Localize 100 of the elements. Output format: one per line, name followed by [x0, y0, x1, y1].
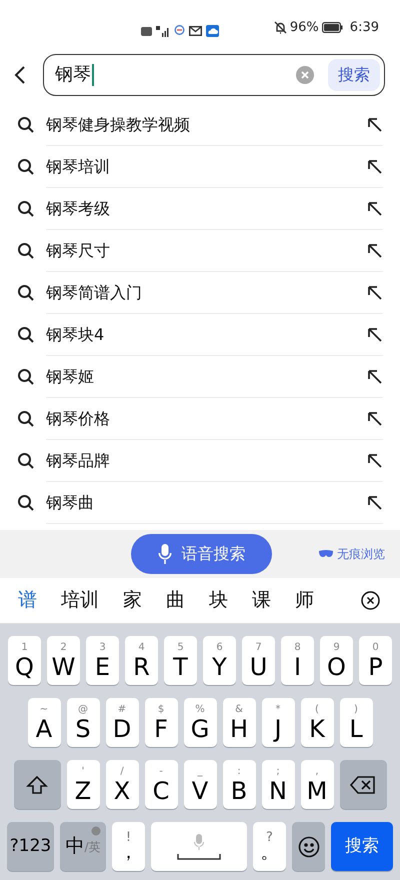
- smiley-icon: [298, 836, 320, 858]
- suggestion-text: 钢琴曲: [46, 492, 94, 514]
- voice-search-button[interactable]: 语音搜索: [131, 534, 272, 574]
- candidate-word[interactable]: 师: [295, 586, 314, 615]
- key[interactable]: ~ A: [28, 698, 60, 747]
- arrow-icon[interactable]: [367, 284, 383, 300]
- key[interactable]: 6 Y: [203, 636, 236, 685]
- key[interactable]: ; N: [262, 760, 294, 809]
- back-icon: [14, 65, 26, 85]
- search-icon: [17, 242, 35, 260]
- search-icon: [17, 158, 35, 176]
- key[interactable]: ) L: [340, 698, 372, 747]
- candidate-word[interactable]: 培训: [61, 586, 99, 615]
- suggestion-text: 钢琴品牌: [46, 450, 110, 472]
- suggestion-text: 钢琴培训: [46, 156, 110, 178]
- key[interactable]: * J: [262, 698, 294, 747]
- search-icon: [17, 284, 35, 302]
- suggestion-item[interactable]: 钢琴价格: [0, 398, 400, 440]
- battery-percent: 96%: [290, 18, 319, 36]
- key[interactable]: & H: [222, 698, 256, 747]
- suggestion-item[interactable]: 钢琴曲: [0, 482, 400, 524]
- arrow-icon[interactable]: [367, 158, 383, 174]
- candidate-word[interactable]: 曲: [166, 586, 185, 615]
- search-field[interactable]: 钢琴 搜索: [43, 54, 385, 96]
- microphone-icon: [158, 544, 172, 564]
- key[interactable]: 4 R: [125, 636, 158, 685]
- space-icon: [177, 854, 221, 860]
- key[interactable]: - C: [144, 760, 178, 809]
- key[interactable]: 1 Q: [8, 636, 41, 685]
- cloud-app-icon: [206, 25, 219, 37]
- clock: 6:39: [350, 18, 379, 36]
- candidate-word[interactable]: 块: [209, 586, 228, 615]
- punctuation-key[interactable]: ! ，: [112, 822, 145, 871]
- key[interactable]: ' Z: [66, 760, 100, 809]
- candidate-word[interactable]: 谱: [18, 586, 37, 615]
- key[interactable]: 5 T: [164, 636, 197, 685]
- suggestion-text: 钢琴简谱入门: [46, 282, 142, 304]
- key[interactable]: $ F: [144, 698, 178, 747]
- search-icon: [17, 452, 35, 470]
- search-icon: [17, 494, 35, 512]
- key[interactable]: % G: [184, 698, 216, 747]
- key[interactable]: , M: [300, 760, 334, 809]
- suggestion-item[interactable]: 钢琴尺寸: [0, 230, 400, 272]
- arrow-icon[interactable]: [367, 116, 383, 132]
- key[interactable]: / X: [106, 760, 138, 809]
- suggestion-text: 钢琴考级: [46, 198, 110, 220]
- candidate-word[interactable]: 课: [252, 586, 271, 615]
- symbols-key[interactable]: ?123: [7, 822, 54, 871]
- close-icon[interactable]: [361, 591, 380, 610]
- delete-key[interactable]: [340, 760, 386, 809]
- search-icon: [17, 410, 35, 428]
- arrow-icon[interactable]: [367, 368, 383, 384]
- punctuation-key[interactable]: ? 。: [253, 822, 286, 871]
- suggestion-text: 钢琴块4: [46, 324, 104, 346]
- key[interactable]: 0 P: [359, 636, 392, 685]
- suggestion-item[interactable]: 钢琴健身操教学视频: [0, 104, 400, 146]
- emoji-key[interactable]: [292, 822, 325, 871]
- suggestion-text: 钢琴价格: [46, 408, 110, 430]
- arrow-icon[interactable]: [367, 494, 383, 510]
- suggestion-item[interactable]: 钢琴块4: [0, 314, 400, 356]
- arrow-icon[interactable]: [367, 326, 383, 342]
- muted-bell-icon: [274, 20, 287, 34]
- language-key[interactable]: 中/英: [60, 822, 106, 871]
- search-button[interactable]: 搜索: [328, 59, 380, 91]
- app-icon: [174, 25, 185, 37]
- key[interactable]: 2 W: [47, 636, 80, 685]
- candidate-word[interactable]: 家: [123, 586, 142, 615]
- search-key[interactable]: 搜索: [331, 822, 393, 871]
- suggestion-item[interactable]: 钢琴考级: [0, 188, 400, 230]
- key[interactable]: _ V: [184, 760, 216, 809]
- arrow-icon[interactable]: [367, 200, 383, 216]
- suggestion-item[interactable]: 钢琴简谱入门: [0, 272, 400, 314]
- mask-icon: [319, 550, 333, 558]
- key[interactable]: 9 O: [320, 636, 353, 685]
- shift-key[interactable]: [14, 760, 60, 809]
- suggestion-item[interactable]: 钢琴品牌: [0, 440, 400, 482]
- arrow-icon[interactable]: [367, 242, 383, 258]
- search-icon: [17, 116, 35, 134]
- suggestion-text: 钢琴健身操教学视频: [46, 114, 190, 136]
- key[interactable]: ( K: [300, 698, 334, 747]
- microphone-icon: [194, 834, 204, 850]
- search-icon: [17, 200, 35, 218]
- key[interactable]: 8 I: [281, 636, 314, 685]
- suggestion-item[interactable]: 钢琴培训: [0, 146, 400, 188]
- key[interactable]: @ S: [66, 698, 100, 747]
- shift-icon: [26, 774, 48, 794]
- space-key[interactable]: [151, 822, 247, 871]
- signal-icon: [156, 26, 170, 36]
- key[interactable]: : B: [222, 760, 256, 809]
- key[interactable]: # D: [106, 698, 138, 747]
- arrow-icon[interactable]: [367, 410, 383, 426]
- key[interactable]: 7 U: [242, 636, 275, 685]
- suggestion-text: 钢琴尺寸: [46, 240, 110, 262]
- suggestion-item[interactable]: 钢琴姬: [0, 356, 400, 398]
- incognito-link[interactable]: 无痕浏览: [319, 545, 385, 563]
- search-icon: [17, 326, 35, 344]
- key[interactable]: 3 E: [86, 636, 119, 685]
- battery-icon: [322, 22, 343, 33]
- search-text: 钢琴: [55, 64, 94, 86]
- arrow-icon[interactable]: [367, 452, 383, 468]
